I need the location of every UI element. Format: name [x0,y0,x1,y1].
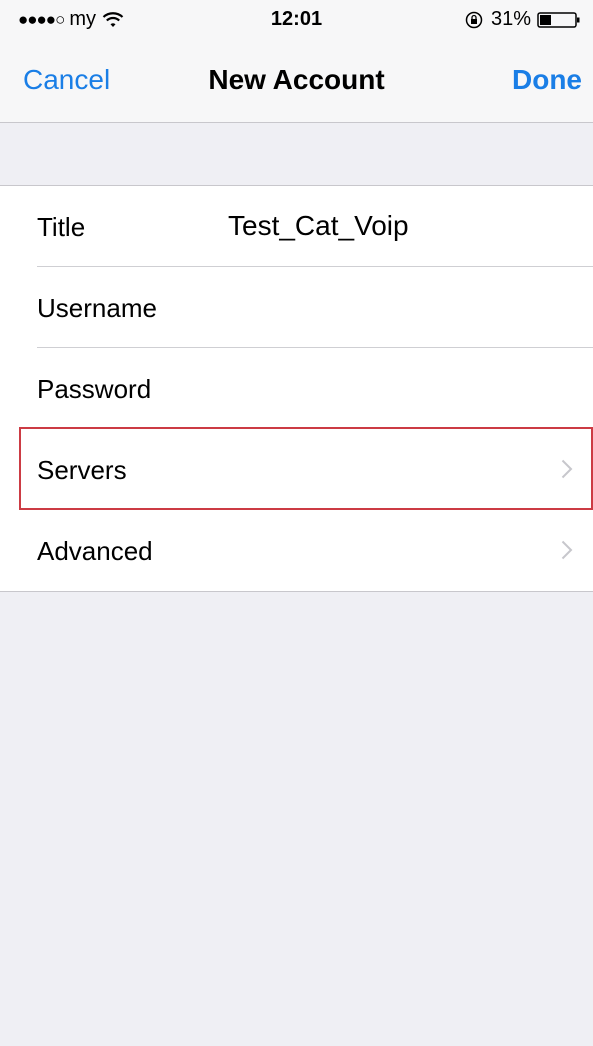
battery-icon [537,11,580,28]
battery-percent: 31% [490,8,531,30]
status-right: 31% [465,8,581,31]
password-field[interactable] [228,370,572,406]
username-row[interactable]: Username [0,267,593,348]
title-row[interactable]: Title Test_Cat_Voip [0,186,593,267]
advanced-row[interactable]: Advanced [0,510,593,591]
advanced-label: Advanced [37,536,153,566]
servers-label: Servers [37,455,127,485]
chevron-right-icon [561,459,573,479]
servers-row[interactable]: Servers [0,429,593,510]
page-title: New Account [208,64,385,95]
chevron-right-icon [561,540,573,560]
username-label: Username [37,293,157,323]
account-form-list: Title Test_Cat_Voip Username Password Se… [0,185,593,592]
top-bar: ●●●●○ my 12:01 31% Cancel New Account Do… [0,0,593,123]
password-label: Password [37,374,152,404]
username-field[interactable] [228,289,572,325]
status-bar: ●●●●○ my 12:01 31% [0,0,593,40]
done-button[interactable]: Done [512,64,582,96]
navigation-bar: Cancel New Account Done [0,40,593,120]
password-row[interactable]: Password [0,348,593,429]
title-field[interactable]: Test_Cat_Voip [228,210,568,242]
title-label: Title [37,212,86,242]
orientation-lock-icon [465,11,483,28]
